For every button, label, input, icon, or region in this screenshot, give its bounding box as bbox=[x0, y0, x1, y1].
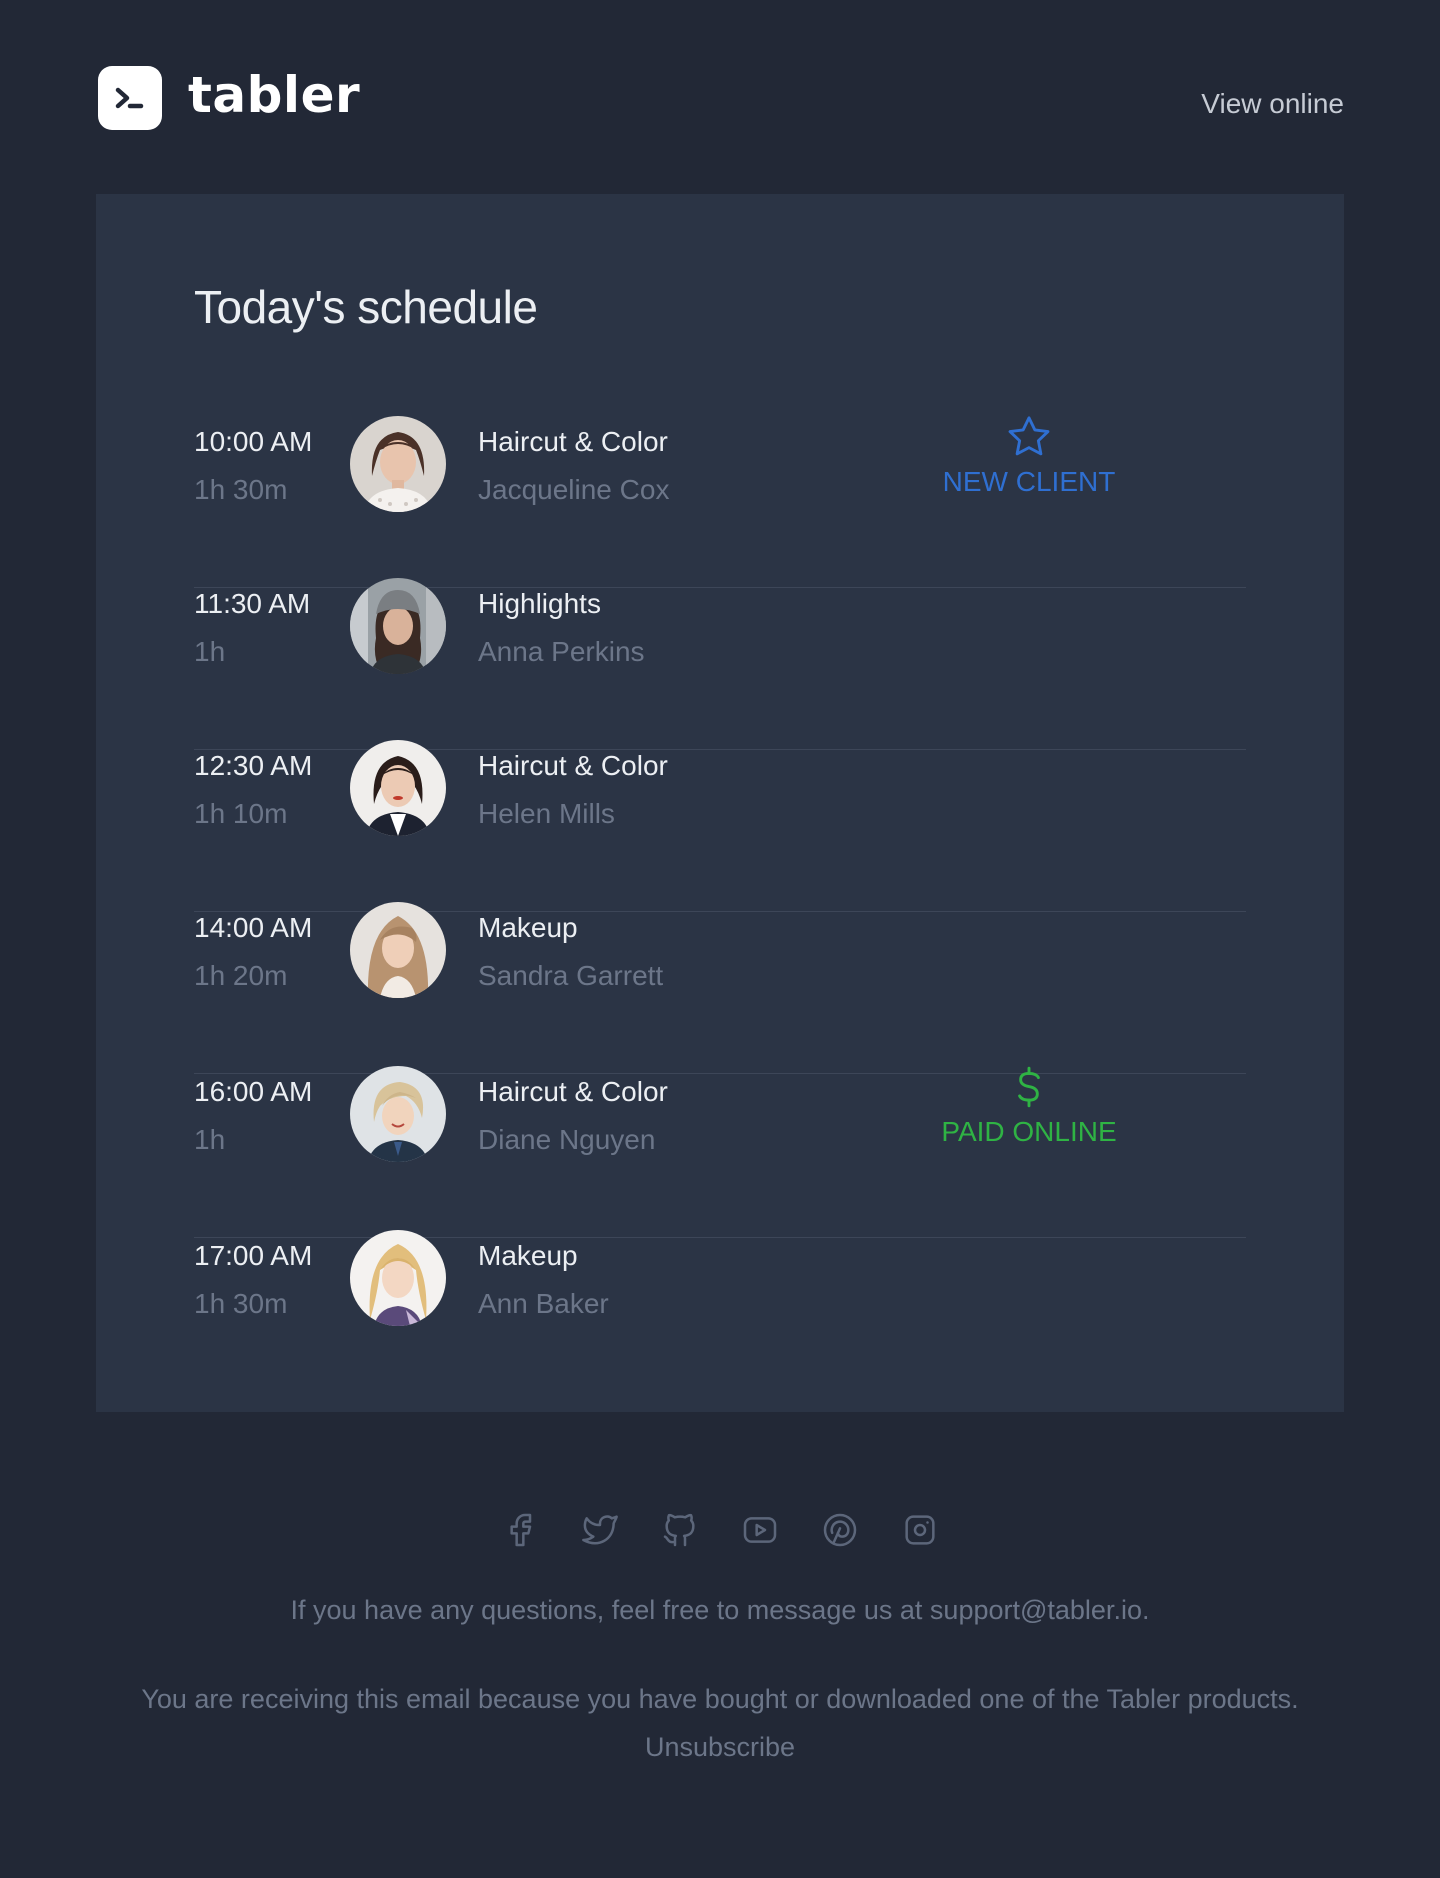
appointment-row[interactable]: 16:00 AM 1h Haircut & Color Diane Nguyen… bbox=[194, 1066, 1246, 1238]
terminal-icon bbox=[98, 66, 162, 130]
instagram-icon[interactable] bbox=[900, 1510, 940, 1550]
avatar bbox=[350, 740, 446, 836]
logo-text: tabler bbox=[188, 66, 361, 124]
paid-online-badge: PAID ONLINE bbox=[914, 1062, 1144, 1148]
tabler-logo[interactable]: tabler bbox=[98, 66, 360, 130]
appointment-duration: 1h 10m bbox=[194, 798, 288, 829]
facebook-icon[interactable] bbox=[500, 1510, 540, 1550]
appointment-duration: 1h bbox=[194, 1124, 226, 1155]
schedule-card: Today's schedule 10:00 AM 1h 30m Haircut… bbox=[96, 194, 1344, 1412]
badge-label: NEW CLIENT bbox=[942, 466, 1116, 497]
email-header: tabler View online bbox=[96, 64, 1344, 132]
avatar bbox=[350, 1066, 446, 1162]
appointment-service: Haircut & Color bbox=[478, 1076, 668, 1107]
appointment-row[interactable]: 11:30 AM 1h Highlights Anna Perkins bbox=[194, 578, 1246, 750]
appointment-service: Haircut & Color bbox=[478, 750, 668, 781]
page-title: Today's schedule bbox=[194, 281, 538, 333]
appointment-client: Ann Baker bbox=[478, 1288, 609, 1319]
youtube-icon[interactable] bbox=[740, 1510, 780, 1550]
legal-notice: You are receiving this email because you… bbox=[0, 1675, 1440, 1771]
appointment-time: 10:00 AM bbox=[194, 426, 313, 457]
dollar-icon bbox=[1018, 1066, 1040, 1108]
appointment-client: Helen Mills bbox=[478, 798, 615, 829]
appointment-client: Anna Perkins bbox=[478, 636, 645, 667]
social-links bbox=[0, 1510, 1440, 1550]
appointment-duration: 1h 30m bbox=[194, 1288, 288, 1319]
row-divider bbox=[194, 1237, 1246, 1238]
appointment-client: Jacqueline Cox bbox=[478, 474, 670, 505]
github-icon[interactable] bbox=[660, 1510, 700, 1550]
appointment-row[interactable]: 14:00 AM 1h 20m Makeup Sandra Garrett bbox=[194, 902, 1246, 1074]
appointment-client: Sandra Garrett bbox=[478, 960, 664, 991]
view-online-link[interactable]: View online bbox=[1201, 88, 1344, 120]
new-client-badge: NEW CLIENT bbox=[914, 412, 1144, 498]
appointment-service: Makeup bbox=[478, 1240, 578, 1271]
support-message: If you have any questions, feel free to … bbox=[0, 1595, 1440, 1626]
appointment-time: 16:00 AM bbox=[194, 1076, 313, 1107]
appointment-time: 12:30 AM bbox=[194, 750, 313, 781]
appointment-client: Diane Nguyen bbox=[478, 1124, 656, 1155]
star-icon bbox=[1008, 416, 1050, 456]
appointment-time: 14:00 AM bbox=[194, 912, 313, 943]
appointment-time: 11:30 AM bbox=[194, 588, 311, 619]
unsubscribe-link[interactable]: Unsubscribe bbox=[645, 1732, 795, 1762]
badge-label: PAID ONLINE bbox=[941, 1116, 1117, 1147]
appointment-row[interactable]: 17:00 AM 1h 30m Makeup Ann Baker bbox=[194, 1230, 1246, 1360]
appointment-service: Makeup bbox=[478, 912, 578, 943]
support-text-end: . bbox=[1141, 1595, 1150, 1625]
support-email-link[interactable]: support@tabler.io bbox=[930, 1595, 1142, 1625]
appointment-service: Haircut & Color bbox=[478, 426, 668, 457]
appointment-row[interactable]: 10:00 AM 1h 30m Haircut & Color Jacqueli… bbox=[194, 416, 1246, 588]
avatar bbox=[350, 902, 446, 998]
avatar bbox=[350, 416, 446, 512]
appointment-time: 17:00 AM bbox=[194, 1240, 313, 1271]
appointment-duration: 1h bbox=[194, 636, 226, 667]
appointment-duration: 1h 20m bbox=[194, 960, 288, 991]
avatar bbox=[350, 578, 446, 674]
avatar bbox=[350, 1230, 446, 1326]
appointment-row[interactable]: 12:30 AM 1h 10m Haircut & Color Helen Mi… bbox=[194, 740, 1246, 912]
support-text: If you have any questions, feel free to … bbox=[290, 1595, 923, 1625]
appointment-duration: 1h 30m bbox=[194, 474, 288, 505]
receiving-notice: You are receiving this email because you… bbox=[141, 1684, 1299, 1714]
pinterest-icon[interactable] bbox=[820, 1510, 860, 1550]
twitter-icon[interactable] bbox=[580, 1510, 620, 1550]
appointment-service: Highlights bbox=[478, 588, 601, 619]
